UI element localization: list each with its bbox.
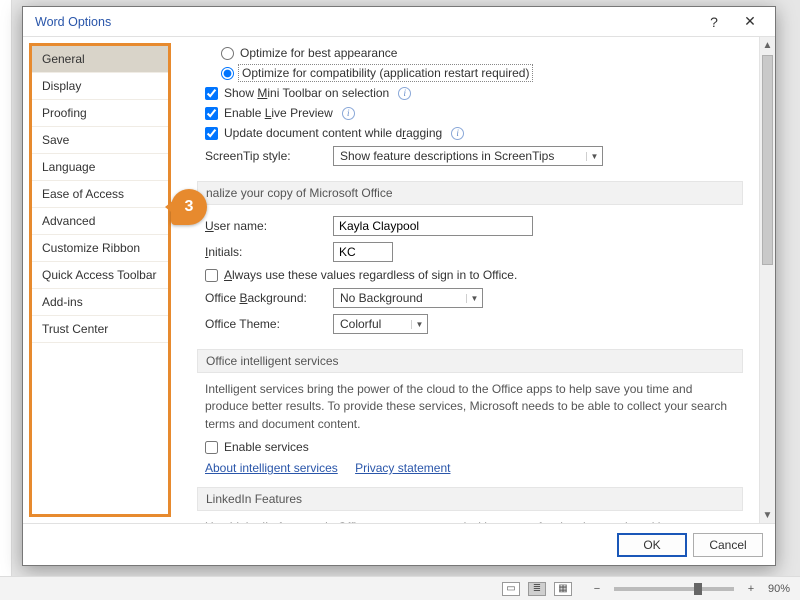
sidebar-item-save[interactable]: Save	[32, 127, 168, 154]
linkedin-description: Use LinkedIn features in Office to stay …	[197, 519, 743, 523]
options-general-panel: Optimize for best appearance Optimize fo…	[177, 37, 759, 523]
dialog-title: Word Options	[35, 15, 697, 29]
office-background-value: No Background	[334, 291, 466, 305]
radio-optimize-compatibility-label: Optimize for compatibility (application …	[240, 66, 531, 80]
zoom-slider-thumb[interactable]	[694, 583, 702, 595]
cancel-button[interactable]: Cancel	[693, 533, 763, 557]
sidebar-item-quick-access-toolbar[interactable]: Quick Access Toolbar	[32, 262, 168, 289]
view-web-layout-icon[interactable]: ▦	[554, 582, 572, 596]
username-label: User name:	[205, 219, 325, 233]
link-about-intelligent-services[interactable]: About intelligent services	[205, 461, 338, 475]
sidebar-item-add-ins[interactable]: Add-ins	[32, 289, 168, 316]
info-icon[interactable]: i	[342, 107, 355, 120]
sidebar-item-display[interactable]: Display	[32, 73, 168, 100]
tutorial-step-badge: 3	[171, 189, 207, 225]
view-print-layout-icon[interactable]: ≣	[528, 582, 546, 596]
link-privacy-statement[interactable]: Privacy statement	[355, 461, 450, 475]
info-icon[interactable]: i	[451, 127, 464, 140]
checkbox-always-use-values-label: Always use these values regardless of si…	[224, 268, 517, 282]
sidebar-item-general[interactable]: General	[32, 46, 168, 73]
chevron-down-icon: ▼	[411, 320, 427, 329]
checkbox-live-preview-label: Enable Live Preview	[224, 106, 333, 120]
office-theme-combo[interactable]: Colorful ▼	[333, 314, 428, 334]
chevron-down-icon: ▼	[586, 152, 602, 161]
sidebar-item-proofing[interactable]: Proofing	[32, 100, 168, 127]
sidebar-item-trust-center[interactable]: Trust Center	[32, 316, 168, 343]
section-linkedin-title: LinkedIn Features	[197, 487, 743, 511]
vertical-scrollbar[interactable]: ▲ ▼	[759, 37, 775, 523]
initials-input[interactable]	[333, 242, 393, 262]
scroll-down-icon[interactable]: ▼	[760, 507, 775, 523]
checkbox-always-use-values[interactable]	[205, 269, 218, 282]
scrollbar-thumb[interactable]	[762, 55, 773, 265]
office-background-combo[interactable]: No Background ▼	[333, 288, 483, 308]
background-app-strip	[0, 0, 12, 576]
help-button[interactable]: ?	[697, 11, 731, 33]
office-theme-label: Office Theme:	[205, 317, 325, 331]
sidebar-item-language[interactable]: Language	[32, 154, 168, 181]
checkbox-update-dragging[interactable]	[205, 127, 218, 140]
username-input[interactable]	[333, 216, 533, 236]
sidebar-item-customize-ribbon[interactable]: Customize Ribbon	[32, 235, 168, 262]
zoom-level[interactable]: 90%	[768, 583, 790, 595]
statusbar: ▭ ≣ ▦ − + 90%	[0, 576, 800, 600]
checkbox-update-dragging-label: Update document content while dragging	[224, 126, 442, 140]
info-icon[interactable]: i	[398, 87, 411, 100]
sidebar-item-advanced[interactable]: Advanced	[32, 208, 168, 235]
zoom-slider[interactable]	[614, 587, 734, 591]
close-button[interactable]: ✕	[733, 11, 767, 33]
radio-optimize-appearance[interactable]	[221, 47, 234, 60]
checkbox-enable-services[interactable]	[205, 441, 218, 454]
section-personalize-title: nalize your copy of Microsoft Office	[197, 181, 743, 205]
radio-optimize-compatibility[interactable]	[221, 67, 234, 80]
word-options-dialog: Word Options ? ✕ General Display Proofin…	[22, 6, 776, 566]
view-read-mode-icon[interactable]: ▭	[502, 582, 520, 596]
zoom-in-button[interactable]: +	[744, 583, 758, 595]
screentip-style-value: Show feature descriptions in ScreenTips	[334, 149, 586, 163]
checkbox-live-preview[interactable]	[205, 107, 218, 120]
ok-button[interactable]: OK	[617, 533, 687, 557]
sidebar-item-ease-of-access[interactable]: Ease of Access	[32, 181, 168, 208]
checkbox-enable-services-label: Enable services	[224, 440, 309, 454]
office-theme-value: Colorful	[334, 317, 411, 331]
zoom-out-button[interactable]: −	[590, 583, 604, 595]
checkbox-mini-toolbar-label: Show Mini Toolbar on selection	[224, 86, 389, 100]
options-sidebar: General Display Proofing Save Language E…	[29, 43, 171, 517]
screentip-style-combo[interactable]: Show feature descriptions in ScreenTips …	[333, 146, 603, 166]
radio-optimize-appearance-label: Optimize for best appearance	[240, 46, 397, 60]
screentip-style-label: ScreenTip style:	[205, 149, 325, 163]
section-intelligent-services-title: Office intelligent services	[197, 349, 743, 373]
intelligent-services-description: Intelligent services bring the power of …	[197, 381, 743, 433]
scroll-up-icon[interactable]: ▲	[760, 37, 775, 53]
chevron-down-icon: ▼	[466, 294, 482, 303]
checkbox-mini-toolbar[interactable]	[205, 87, 218, 100]
office-background-label: Office Background:	[205, 291, 325, 305]
dialog-titlebar: Word Options ? ✕	[23, 7, 775, 37]
initials-label: Initials:	[205, 245, 325, 259]
dialog-footer: OK Cancel	[23, 523, 775, 565]
